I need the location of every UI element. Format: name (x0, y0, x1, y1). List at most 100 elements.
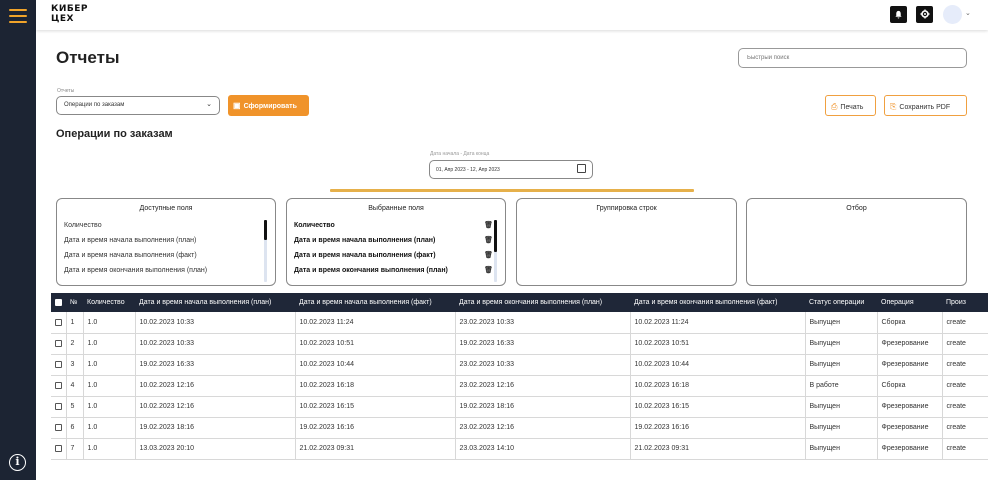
row-grouping-title: Группировка строк (596, 205, 657, 212)
table-cell: 10.02.2023 12:16 (135, 396, 296, 418)
logo-line-2: ЦЕХ (51, 14, 74, 24)
available-field-item[interactable]: Дата и время начала выполнения (план) (57, 233, 275, 248)
column-header[interactable]: Статус операции (805, 293, 877, 312)
row-checkbox[interactable] (51, 354, 67, 376)
table-cell: Выпущен (805, 354, 878, 376)
printer-icon: ⎙ (831, 102, 838, 111)
filter-panel[interactable]: Отбор (746, 198, 967, 286)
column-header[interactable]: № (66, 293, 83, 312)
table-cell: 10.02.2023 11:24 (630, 312, 806, 334)
report-select[interactable]: Операции по заказам ⌄ (56, 96, 220, 115)
table-cell: 23.02.2023 12:16 (455, 375, 631, 397)
info-icon[interactable]: i (9, 454, 26, 471)
table-cell: 23.02.2023 10:33 (455, 354, 631, 376)
gear-icon[interactable] (916, 6, 933, 23)
table-cell: 1.0 (83, 354, 136, 376)
search-input[interactable] (738, 48, 967, 68)
table-cell: 19.02.2023 18:16 (135, 417, 296, 439)
trash-icon[interactable]: 🗑︎ (484, 263, 493, 278)
table-row[interactable]: 1 1.0 10.02.2023 10:33 10.02.2023 11:24 … (51, 312, 988, 334)
table-cell: 10.02.2023 16:15 (630, 396, 806, 418)
document-icon: ▣ (233, 101, 241, 110)
trash-icon[interactable]: 🗑︎ (484, 233, 493, 248)
table-row[interactable]: 3 1.0 19.02.2023 16:33 10.02.2023 10:44 … (51, 354, 988, 376)
trash-icon[interactable]: 🗑︎ (484, 218, 493, 233)
scrollbar-thumb[interactable] (264, 220, 267, 240)
column-header[interactable]: Дата и время окончания выполнения (план) (455, 293, 630, 312)
row-checkbox[interactable] (51, 375, 67, 397)
table-cell: Выпущен (805, 438, 878, 460)
generate-report-button[interactable]: ▣ Сформировать (228, 95, 309, 116)
table-cell: Сборка (877, 375, 943, 397)
table-cell: 10.02.2023 16:18 (630, 375, 806, 397)
table-cell: 1.0 (83, 396, 136, 418)
selected-field-item[interactable]: Дата и время начала выполнения (факт) 🗑︎ (287, 248, 505, 263)
available-field-item[interactable]: Количество (57, 218, 275, 233)
date-range-input[interactable]: 01, Апр 2023 - 12, Апр 2023 (429, 160, 593, 179)
table-cell: 1 (66, 312, 84, 334)
row-checkbox[interactable] (51, 438, 67, 460)
table-cell: 19.02.2023 16:33 (135, 354, 296, 376)
row-checkbox[interactable] (51, 333, 67, 355)
table-row[interactable]: 5 1.0 10.02.2023 12:16 10.02.2023 16:15 … (51, 396, 988, 418)
logo[interactable]: КИБЕР ЦЕХ (51, 4, 88, 24)
table-cell: Выпущен (805, 312, 878, 334)
column-header[interactable]: Произ (942, 293, 988, 312)
table-cell: create (942, 375, 988, 397)
column-header[interactable]: Количество (83, 293, 135, 312)
table-header-row: № Количество Дата и время начала выполне… (51, 293, 988, 312)
scrollbar-thumb[interactable] (494, 220, 497, 252)
row-checkbox[interactable] (51, 417, 67, 439)
select-all-checkbox[interactable] (51, 293, 66, 312)
trash-icon[interactable]: 🗑︎ (484, 248, 493, 263)
selected-field-label: Дата и время начала выполнения (план) (294, 237, 436, 244)
column-header[interactable]: Дата и время начала выполнения (факт) (295, 293, 455, 312)
column-header[interactable]: Дата и время окончания выполнения (факт) (630, 293, 805, 312)
table-cell: create (942, 312, 988, 334)
available-field-item[interactable]: Дата и время начала выполнения (факт) (57, 248, 275, 263)
table-cell: 19.02.2023 16:16 (295, 417, 456, 439)
generate-report-label: Сформировать (243, 103, 297, 110)
table-cell: 10.02.2023 16:18 (295, 375, 456, 397)
row-checkbox[interactable] (51, 312, 67, 334)
table-cell: 1.0 (83, 438, 136, 460)
top-bar: КИБЕР ЦЕХ ⌄ (36, 0, 988, 30)
save-pdf-label: Сохранить PDF (899, 104, 951, 111)
chevron-down-icon[interactable]: ⌄ (965, 9, 971, 17)
avatar[interactable] (943, 5, 962, 24)
table-row[interactable]: 2 1.0 10.02.2023 10:33 10.02.2023 10:51 … (51, 333, 988, 355)
table-cell: Выпущен (805, 396, 878, 418)
table-cell: 3 (66, 354, 84, 376)
table-cell: create (942, 438, 988, 460)
table-cell: 10.02.2023 10:51 (630, 333, 806, 355)
logo-line-1: КИБЕР (51, 4, 88, 14)
selected-field-item[interactable]: Количество 🗑︎ (287, 218, 505, 233)
print-button[interactable]: ⎙ Печать (825, 95, 876, 116)
column-header[interactable]: Операция (877, 293, 942, 312)
table-cell: 13.03.2023 20:10 (135, 438, 296, 460)
row-grouping-panel[interactable]: Группировка строк (516, 198, 737, 286)
report-table: № Количество Дата и время начала выполне… (51, 293, 988, 480)
calendar-icon[interactable] (577, 164, 586, 173)
table-row[interactable]: 7 1.0 13.03.2023 20:10 21.02.2023 09:31 … (51, 438, 988, 460)
table-row[interactable]: 4 1.0 10.02.2023 12:16 10.02.2023 16:18 … (51, 375, 988, 397)
filter-title: Отбор (846, 205, 867, 212)
selected-field-item[interactable]: Дата и время начала выполнения (план) 🗑︎ (287, 233, 505, 248)
save-pdf-button[interactable]: ⎘ Сохранить PDF (884, 95, 967, 116)
report-title: Операции по заказам (56, 128, 173, 140)
menu-icon[interactable] (9, 9, 27, 23)
table-cell: 10.02.2023 10:44 (630, 354, 806, 376)
left-sidebar: i (0, 0, 36, 480)
selected-field-item[interactable]: Дата и время окончания выполнения (план)… (287, 263, 505, 278)
row-checkbox[interactable] (51, 396, 67, 418)
column-header[interactable]: Дата и время начала выполнения (план) (135, 293, 295, 312)
table-cell: Сборка (877, 312, 943, 334)
table-cell: Фрезерование (877, 333, 943, 355)
table-cell: 5 (66, 396, 84, 418)
available-field-item[interactable]: Дата и время окончания выполнения (план) (57, 263, 275, 278)
table-row[interactable]: 6 1.0 19.02.2023 18:16 19.02.2023 16:16 … (51, 417, 988, 439)
bell-icon[interactable] (890, 6, 907, 23)
date-range-value: 01, Апр 2023 - 12, Апр 2023 (436, 167, 500, 173)
table-cell: 10.02.2023 16:15 (295, 396, 456, 418)
table-cell: 2 (66, 333, 84, 355)
